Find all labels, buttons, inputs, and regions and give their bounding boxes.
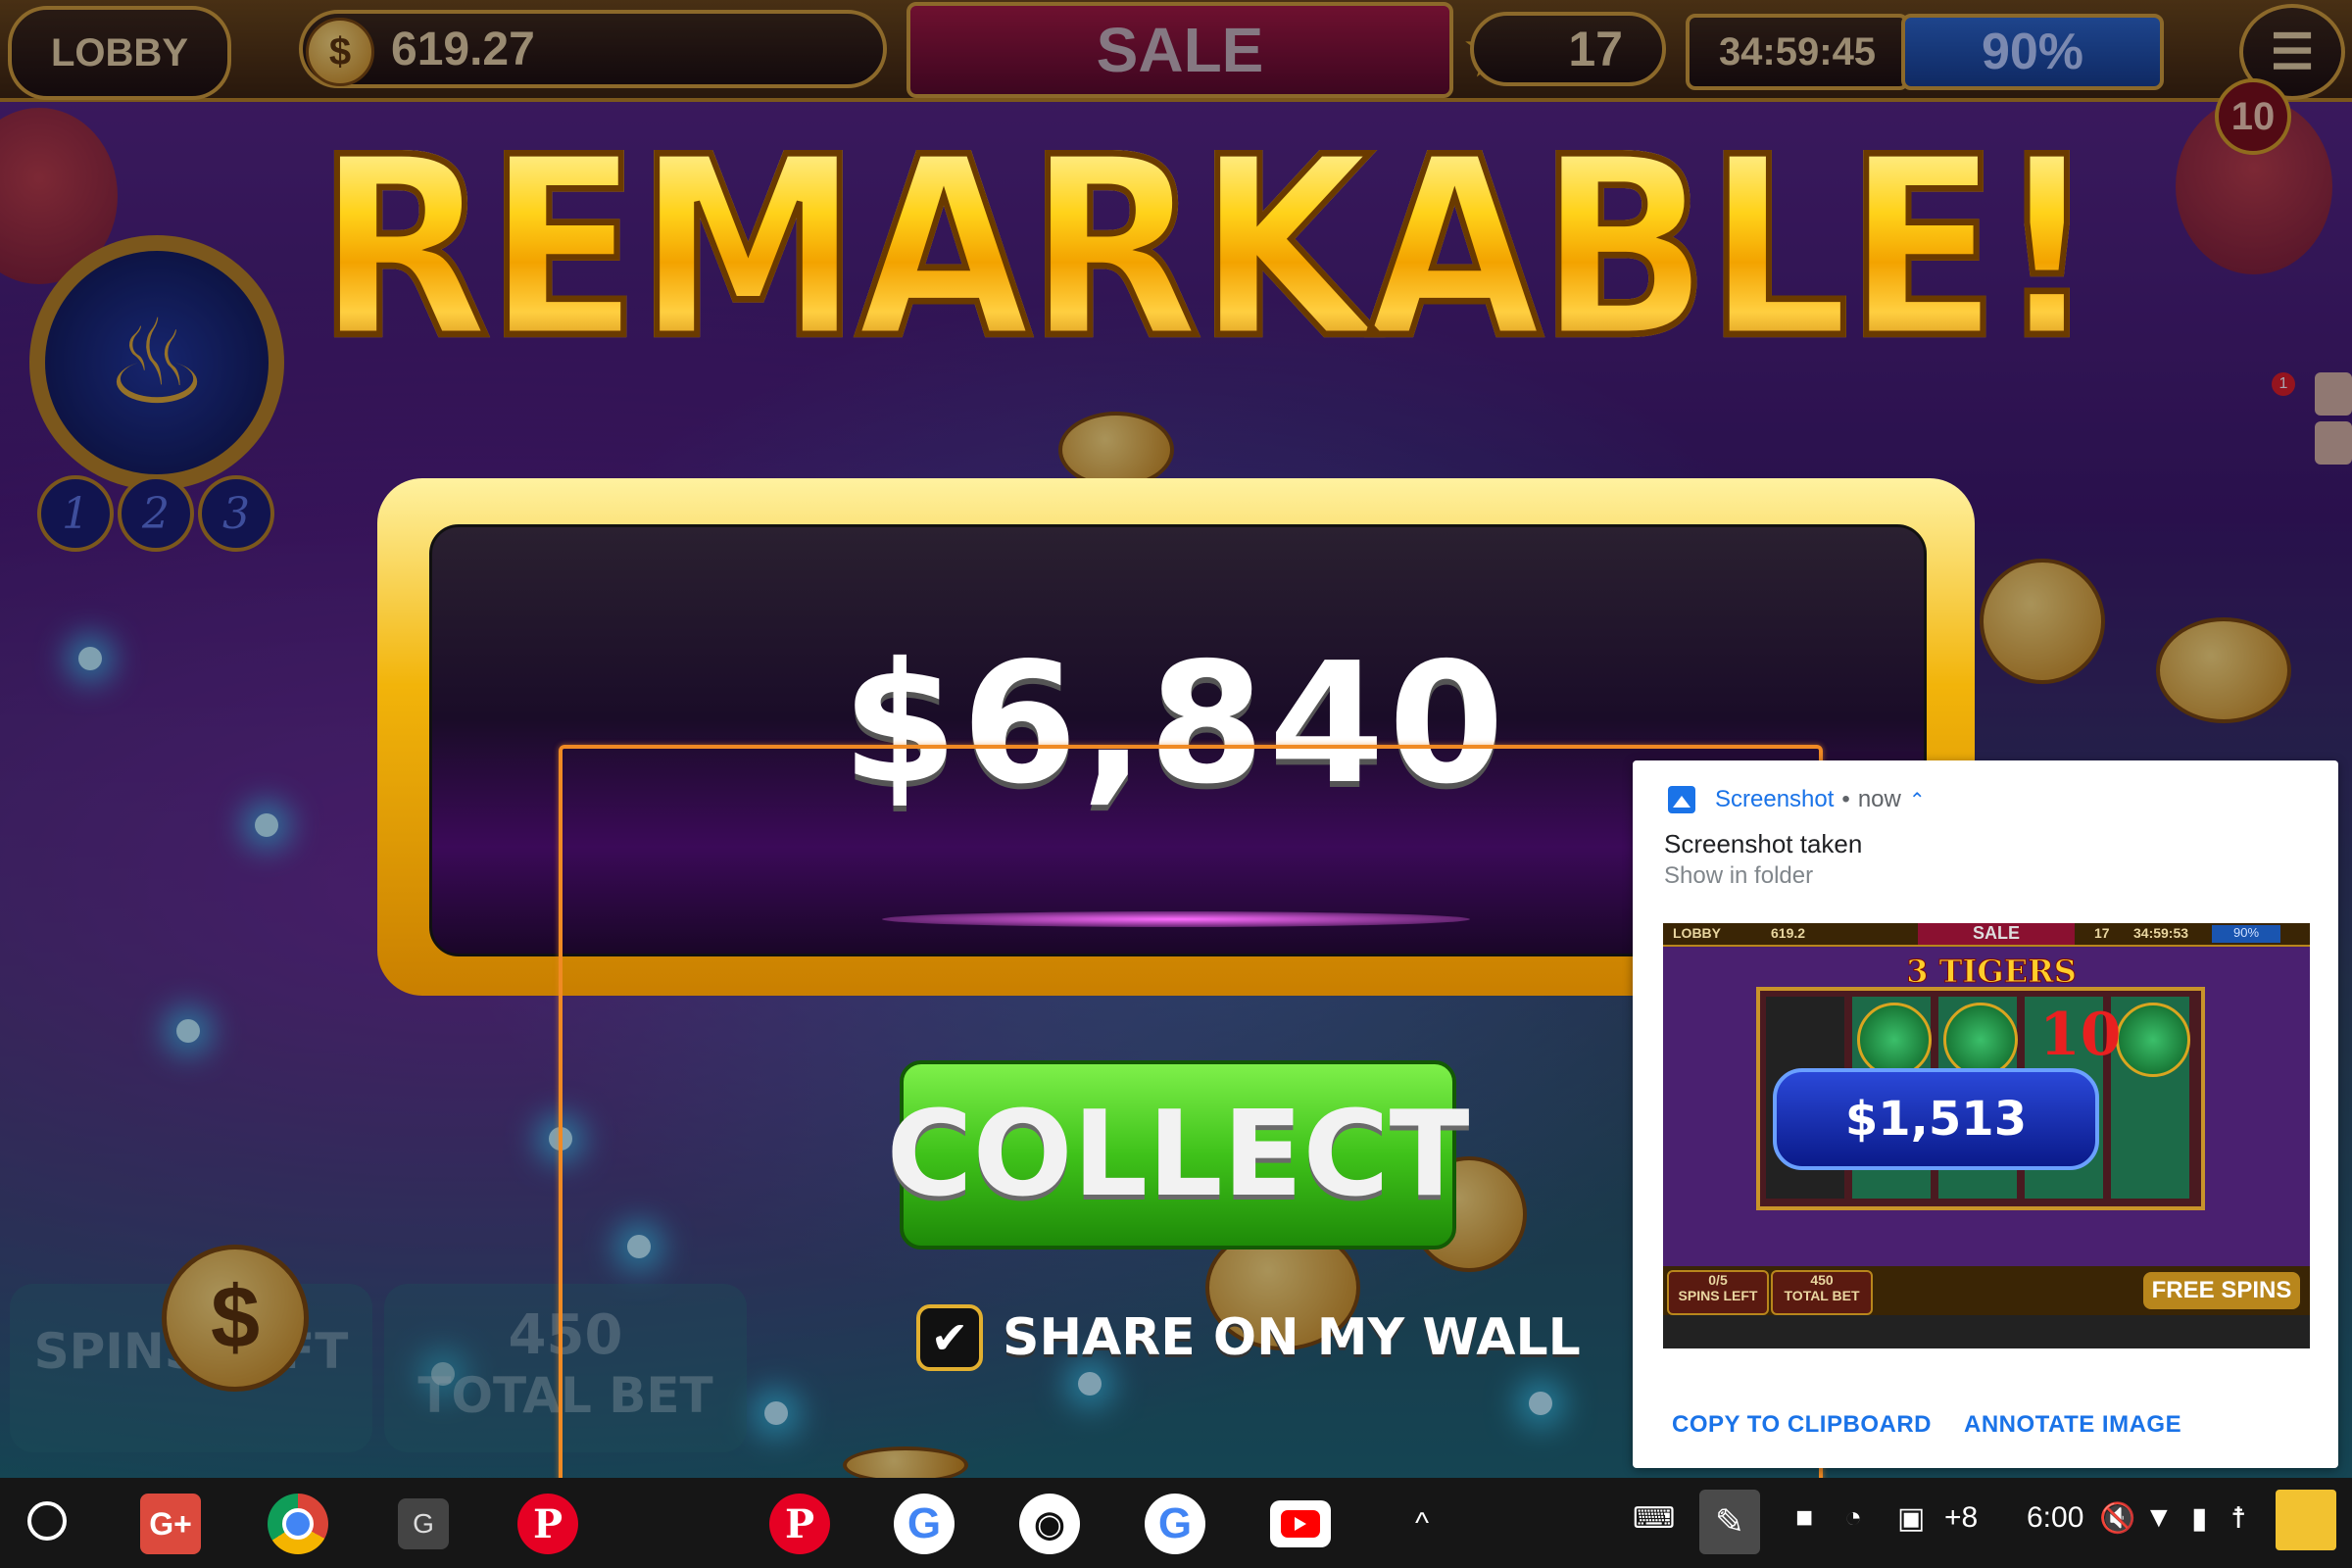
show-in-folder-link[interactable]: Show in folder [1664,862,1813,890]
thumb-total-bet-label: TOTAL BET [1784,1288,1860,1303]
thumb-free-spins: FREE SPINS [2143,1272,2300,1309]
youtube-icon[interactable] [1270,1500,1331,1547]
chrome-icon[interactable] [268,1494,328,1554]
user-avatar[interactable] [2276,1490,2336,1550]
thumb-wild-symbol [2116,1003,2190,1077]
battery-icon[interactable]: ▮ [2191,1501,2208,1536]
thumb-timer: 34:59:53 [2133,925,2189,941]
thumb-spins-left-value: 0/5 [1708,1272,1728,1288]
thumb-lobby: LOBBY [1673,925,1721,941]
mute-icon[interactable]: 🔇 [2099,1501,2135,1536]
image-icon [1668,786,1695,813]
thumb-xp: 90% [2212,925,2280,943]
keyboard-icon[interactable]: ⌨ [1633,1501,1675,1536]
thumb-shelf [1663,1315,2310,1348]
thumb-spins-left: 0/5 SPINS LEFT [1667,1270,1769,1315]
accessibility-icon[interactable]: ☨ [2230,1501,2246,1536]
github-icon[interactable]: ◉ [1019,1494,1080,1554]
thumb-total-bet: 450 TOTAL BET [1771,1270,1873,1315]
thumb-balance: 619.2 [1771,925,1806,941]
notification-title: Screenshot taken [1664,829,1863,858]
thumb-spins-left-label: SPINS LEFT [1678,1288,1758,1303]
notification-header: Screenshot • now ⌃ [1668,786,1926,813]
copy-to-clipboard-button[interactable]: COPY TO CLIPBOARD [1672,1411,1932,1439]
g-app-icon[interactable]: G [398,1498,449,1549]
image-notification-icon[interactable]: ▣ [1897,1501,1925,1536]
thumb-win-amount: $1,513 [1773,1068,2099,1170]
more-notifications-count[interactable]: +8 [1944,1501,1978,1535]
thumb-total-bet-value: 450 [1810,1272,1834,1288]
screenshot-notification[interactable]: Screenshot • now ⌃ Screenshot taken Show… [1633,760,2338,1468]
thumb-sale: SALE [1918,923,2075,945]
collapse-chevron-icon[interactable]: ⌃ [1909,788,1926,812]
screenshot-tray-icon[interactable]: ■ [1795,1501,1813,1535]
google-icon[interactable]: G [1145,1494,1205,1554]
win-headline: REMARKABLE! [294,122,2117,377]
thumb-wild-symbol [1943,1003,2018,1077]
messenger-icon[interactable]: ◔ [1844,1501,1862,1535]
google-icon[interactable]: G [894,1494,955,1554]
launcher-icon[interactable] [27,1501,67,1541]
thumb-wild-symbol [1857,1003,1932,1077]
notification-time: now [1857,786,1901,812]
thumb-game-title: 3 TIGERS [1906,953,2078,991]
stylus-icon[interactable]: ✎ [1699,1490,1760,1554]
google-plus-icon[interactable]: G+ [140,1494,201,1554]
separator: • [1841,786,1850,812]
annotate-image-button[interactable]: ANNOTATE IMAGE [1964,1411,2181,1439]
thumb-level: 17 [2094,925,2110,941]
wifi-icon[interactable]: ▼ [2144,1501,2174,1535]
pinterest-icon[interactable]: P [517,1494,578,1554]
thumb-ten-symbol: 10 [2039,1001,2122,1069]
screenshot-thumbnail[interactable]: LOBBY 619.2 17 34:59:53 SALE 90% 3 TIGER… [1663,923,2310,1348]
pinterest-icon[interactable]: P [769,1494,830,1554]
clock[interactable]: 6:00 [2027,1501,2083,1535]
overflow-chevron-icon[interactable]: ^ [1415,1507,1429,1541]
notification-app-name: Screenshot [1715,786,1835,812]
